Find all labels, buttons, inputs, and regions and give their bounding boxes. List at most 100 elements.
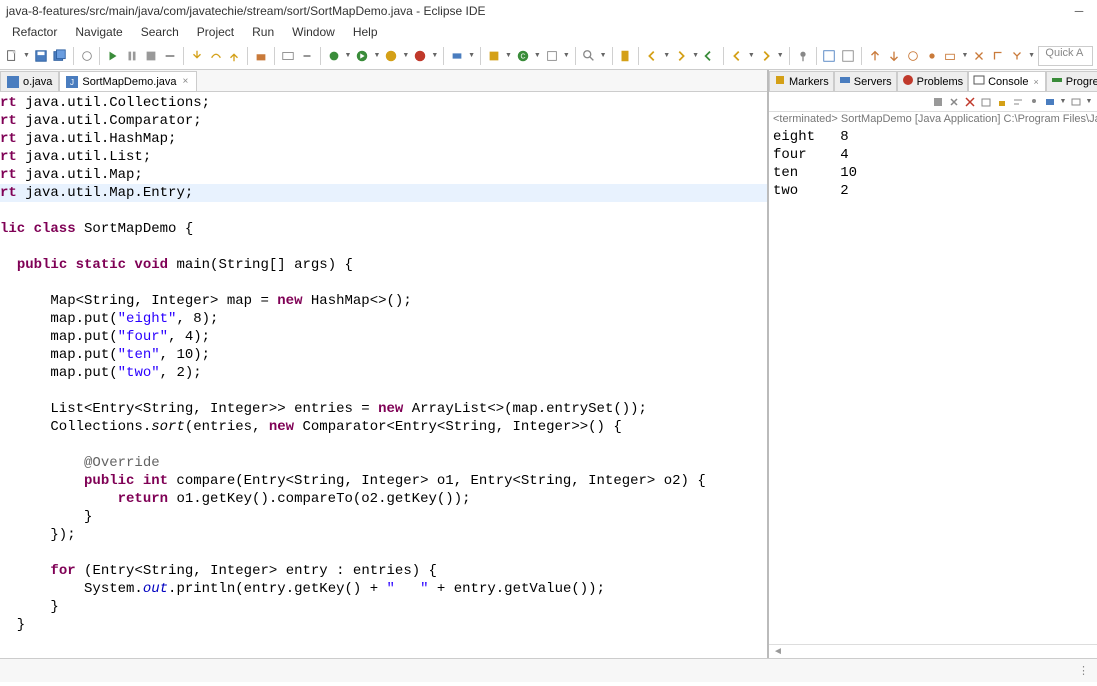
search-dropdown[interactable]: ▼ (600, 52, 607, 59)
toggle-mark-icon[interactable] (618, 47, 634, 65)
minimize-button[interactable]: ─ (1067, 4, 1091, 18)
display-console-icon[interactable] (1043, 95, 1057, 109)
terminate-icon[interactable] (931, 95, 945, 109)
perspective-debug-icon[interactable] (840, 47, 856, 65)
new-package-icon[interactable] (486, 47, 502, 65)
new-icon[interactable] (4, 47, 20, 65)
tab-problems[interactable]: Problems (897, 71, 968, 91)
forward-icon[interactable] (758, 47, 774, 65)
word-wrap-icon[interactable] (1011, 95, 1025, 109)
remove-all-icon[interactable] (963, 95, 977, 109)
step-over-icon[interactable] (208, 47, 224, 65)
back-dropdown[interactable]: ▼ (748, 52, 755, 59)
git-dropdown[interactable]: ▼ (961, 52, 968, 59)
new-class-icon[interactable]: C (515, 47, 531, 65)
open-console-icon[interactable] (1069, 95, 1083, 109)
java-file-icon (7, 76, 19, 88)
menu-search[interactable]: Search (133, 23, 187, 41)
tab-markers[interactable]: Markers (769, 71, 834, 91)
new-server-icon[interactable] (449, 47, 465, 65)
editor-tab-active[interactable]: J SortMapDemo.java × (59, 71, 197, 91)
ann-next-dropdown[interactable]: ▼ (692, 52, 699, 59)
annotation-prev-icon[interactable] (644, 47, 660, 65)
open-task-icon[interactable] (544, 47, 560, 65)
git-merge-dropdown[interactable]: ▼ (1028, 52, 1035, 59)
menu-project[interactable]: Project (189, 23, 242, 41)
build-icon[interactable] (253, 47, 269, 65)
debug-icon[interactable] (326, 47, 342, 65)
debug-dropdown[interactable]: ▼ (344, 52, 351, 59)
tab-progress[interactable]: Progress (1046, 71, 1097, 91)
display-dropdown[interactable]: ▼ (1059, 98, 1067, 105)
console-status: <terminated> SortMapDemo [Java Applicati… (769, 112, 1097, 126)
console-output[interactable]: eight 8 four 4 ten 10 two 2 (769, 126, 1097, 644)
annotation-next-icon[interactable] (673, 47, 689, 65)
search-icon[interactable] (581, 47, 597, 65)
git-stash-icon[interactable] (943, 47, 959, 65)
close-view-icon[interactable]: × (1031, 77, 1040, 87)
remove-launch-icon[interactable] (947, 95, 961, 109)
link-editor-icon[interactable] (299, 47, 315, 65)
menu-navigate[interactable]: Navigate (67, 23, 130, 41)
git-rebase-icon[interactable] (990, 47, 1006, 65)
last-edit-icon[interactable] (702, 47, 718, 65)
menu-help[interactable]: Help (345, 23, 386, 41)
status-separator: ⋮ (1078, 664, 1089, 677)
close-tab-icon[interactable]: × (181, 76, 191, 87)
menu-run[interactable]: Run (244, 23, 282, 41)
run-dropdown[interactable]: ▼ (373, 52, 380, 59)
menu-window[interactable]: Window (284, 23, 343, 41)
disconnect-icon[interactable] (162, 47, 178, 65)
save-icon[interactable] (33, 47, 49, 65)
git-push-icon[interactable] (867, 47, 883, 65)
pin-icon[interactable] (795, 47, 811, 65)
perspective-java-icon[interactable] (821, 47, 837, 65)
run-last-icon[interactable] (105, 47, 121, 65)
clear-console-icon[interactable] (979, 95, 993, 109)
editor-pane: o.java J SortMapDemo.java × rt java.util… (0, 70, 769, 658)
svg-text:J: J (70, 78, 74, 87)
open-type-icon[interactable] (280, 47, 296, 65)
save-all-icon[interactable] (52, 47, 68, 65)
external-tools-icon[interactable] (412, 47, 428, 65)
server-dropdown[interactable]: ▼ (468, 52, 475, 59)
window-title: java-8-features/src/main/java/com/javate… (6, 4, 486, 18)
tab-console[interactable]: Console × (968, 71, 1046, 91)
problems-icon (902, 74, 914, 89)
debug-skip-icon[interactable] (79, 47, 95, 65)
scroll-lock-icon[interactable] (995, 95, 1009, 109)
task-dropdown[interactable]: ▼ (563, 52, 570, 59)
quick-access-input[interactable]: Quick A (1038, 46, 1093, 66)
stop-icon[interactable] (143, 47, 159, 65)
ann-prev-dropdown[interactable]: ▼ (663, 52, 670, 59)
tab-servers[interactable]: Servers (834, 71, 897, 91)
scroll-left-icon[interactable]: ◄ (773, 646, 783, 657)
editor-tab-bar: o.java J SortMapDemo.java × (0, 70, 767, 92)
console-scrollbar[interactable]: ◄ (769, 644, 1097, 658)
open-console-dropdown[interactable]: ▼ (1085, 98, 1093, 105)
console-icon (973, 74, 985, 89)
git-pull-icon[interactable] (886, 47, 902, 65)
git-commit-icon[interactable] (924, 47, 940, 65)
menu-refactor[interactable]: Refactor (4, 23, 65, 41)
code-editor[interactable]: rt java.util.Collections; rt java.util.C… (0, 92, 767, 658)
git-merge-icon[interactable] (1009, 47, 1025, 65)
run-icon[interactable] (355, 47, 371, 65)
coverage-icon[interactable] (383, 47, 399, 65)
git-fetch-icon[interactable] (905, 47, 921, 65)
coverage-dropdown[interactable]: ▼ (402, 52, 409, 59)
new-dropdown[interactable]: ▼ (23, 52, 30, 59)
suspend-icon[interactable] (124, 47, 140, 65)
package-dropdown[interactable]: ▼ (505, 52, 512, 59)
menu-bar: Refactor Navigate Search Project Run Win… (0, 22, 1097, 42)
forward-dropdown[interactable]: ▼ (777, 52, 784, 59)
back-icon[interactable] (729, 47, 745, 65)
step-into-icon[interactable] (189, 47, 205, 65)
step-return-icon[interactable] (226, 47, 242, 65)
git-reset-icon[interactable] (971, 47, 987, 65)
pin-console-icon[interactable] (1027, 95, 1041, 109)
title-bar: java-8-features/src/main/java/com/javate… (0, 0, 1097, 22)
class-dropdown[interactable]: ▼ (534, 52, 541, 59)
editor-tab-inactive[interactable]: o.java (0, 71, 59, 91)
external-dropdown[interactable]: ▼ (431, 52, 438, 59)
